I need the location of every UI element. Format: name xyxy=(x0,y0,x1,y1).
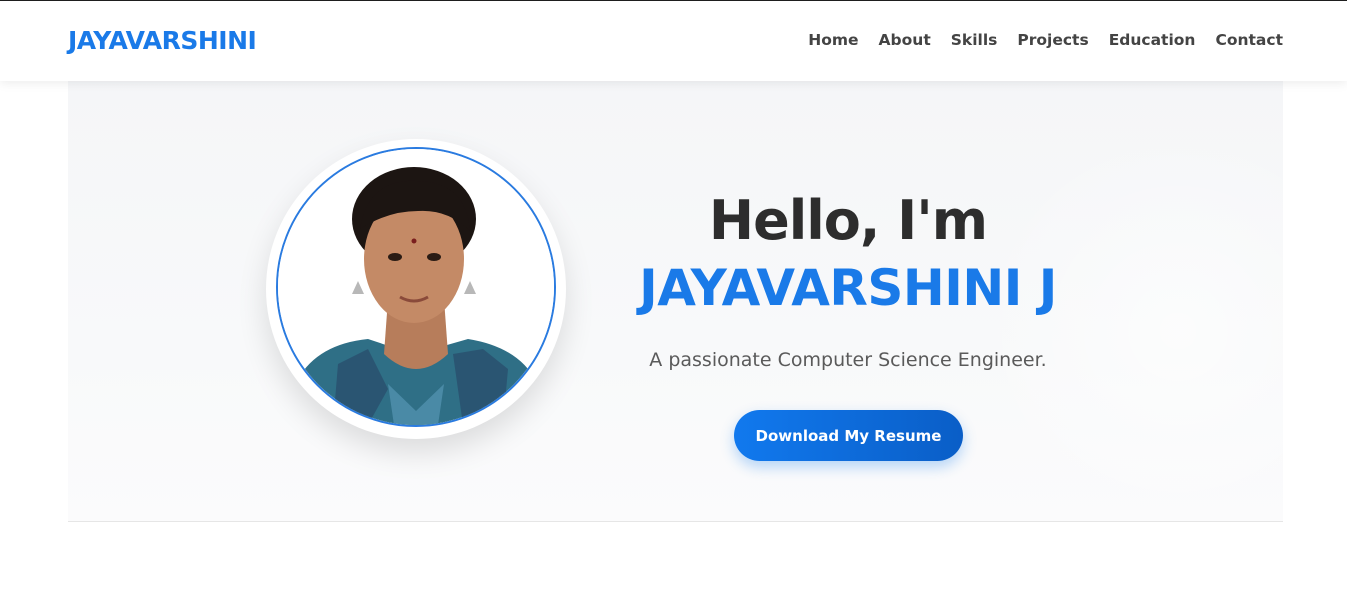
hero-greeting: Hello, I'm xyxy=(708,189,988,252)
nav-home-link[interactable]: Home xyxy=(808,31,858,49)
nav-contact-link[interactable]: Contact xyxy=(1215,31,1283,49)
nav-menu: Home About Skills Projects Education Con… xyxy=(808,31,1283,49)
nav-skills-link[interactable]: Skills xyxy=(951,31,998,49)
hero-tagline: A passionate Computer Science Engineer. xyxy=(649,349,1047,371)
navbar: JAYAVARSHINI Home About Skills Projects … xyxy=(0,1,1347,81)
profile-photo-frame xyxy=(266,139,566,439)
nav-education-link[interactable]: Education xyxy=(1109,31,1196,49)
hero-glow xyxy=(968,121,1283,521)
hero-name: JAYAVARSHINI J xyxy=(639,259,1057,317)
hero-section: Hello, I'm JAYAVARSHINI J A passionate C… xyxy=(68,81,1283,522)
download-resume-button[interactable]: Download My Resume xyxy=(734,410,963,461)
profile-portrait-illustration xyxy=(278,149,554,425)
nav-projects-link[interactable]: Projects xyxy=(1017,31,1088,49)
profile-photo xyxy=(276,147,556,427)
nav-about-link[interactable]: About xyxy=(879,31,931,49)
site-logo[interactable]: JAYAVARSHINI xyxy=(68,26,257,55)
